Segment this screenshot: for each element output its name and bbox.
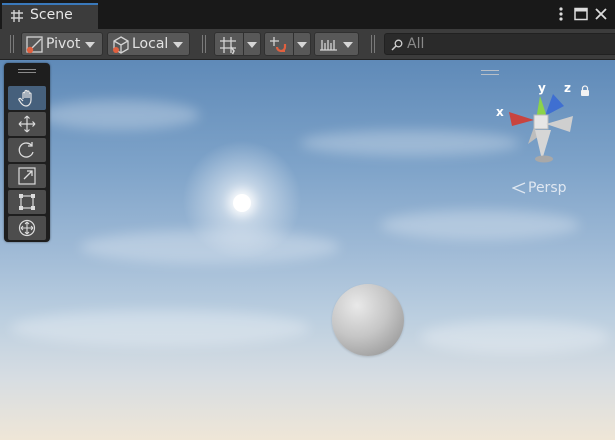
- scene-window: Scene Pivot Local All y z x Persp: [0, 0, 615, 440]
- z-axis-label: z: [564, 81, 571, 95]
- sun: [233, 194, 251, 212]
- scale-icon: [18, 167, 36, 185]
- local-space-icon: [111, 35, 131, 55]
- skybox-cloud: [300, 130, 520, 156]
- search-input[interactable]: [407, 35, 607, 53]
- scene-toolbar: Pivot Local: [0, 29, 615, 60]
- tab-bar: Scene: [0, 0, 615, 29]
- scene-viewport[interactable]: y z x Persp: [0, 60, 615, 440]
- draw-mode-dropdown[interactable]: [314, 32, 359, 56]
- increment-snap-dropdown[interactable]: [293, 32, 311, 56]
- move-tool-button[interactable]: [8, 112, 46, 136]
- pivot-label: Pivot: [46, 36, 81, 52]
- toolbar-grip[interactable]: [10, 35, 14, 53]
- toolbar-grip[interactable]: [371, 35, 375, 53]
- move-icon: [18, 115, 36, 133]
- scale-tool-button[interactable]: [8, 164, 46, 188]
- sphere-object[interactable]: [332, 284, 404, 356]
- ruler-icon: [318, 35, 338, 55]
- overlay-drag-handle[interactable]: [18, 69, 36, 73]
- skybox-cloud: [420, 320, 610, 354]
- skybox-cloud: [380, 210, 580, 240]
- tab-label: Scene: [30, 7, 73, 23]
- chevron-down-icon: [297, 42, 307, 48]
- close-icon[interactable]: [592, 5, 610, 23]
- grid-snap-icon: [218, 35, 238, 55]
- skybox-cloud: [40, 100, 200, 130]
- x-axis-label: x: [496, 105, 504, 119]
- projection-label: Persp: [528, 180, 567, 196]
- tab-scene[interactable]: Scene: [2, 3, 98, 29]
- rect-transform-icon: [19, 194, 35, 210]
- chevron-down-icon: [173, 42, 183, 48]
- toolbar-grip[interactable]: [202, 35, 206, 53]
- chevron-down-icon: [247, 42, 257, 48]
- search-field[interactable]: [384, 33, 615, 55]
- pivot-icon: [25, 35, 45, 55]
- hand-icon: [18, 89, 32, 107]
- search-icon: [390, 37, 404, 51]
- rotate-tool-button[interactable]: [8, 138, 46, 162]
- transform-tool-button[interactable]: [8, 216, 46, 240]
- y-axis-label: y: [538, 81, 546, 95]
- overlay-drag-handle[interactable]: [481, 70, 499, 75]
- chevron-down-icon: [85, 42, 95, 48]
- chevron-down-icon: [343, 42, 353, 48]
- rect-tool-button[interactable]: [8, 190, 46, 214]
- grid-icon: [10, 8, 24, 22]
- rotate-icon: [18, 142, 34, 158]
- grid-snapping-button[interactable]: [214, 32, 244, 56]
- hand-tool-button[interactable]: [8, 86, 46, 110]
- kebab-menu-icon[interactable]: [552, 5, 570, 23]
- local-dropdown[interactable]: Local: [107, 32, 190, 56]
- magnet-snap-icon: [268, 35, 288, 55]
- local-label: Local: [132, 36, 169, 52]
- increment-snap-button[interactable]: [264, 32, 294, 56]
- perspective-icon: [512, 182, 526, 194]
- grid-snapping-dropdown[interactable]: [243, 32, 261, 56]
- pivot-dropdown[interactable]: Pivot: [21, 32, 103, 56]
- orientation-gizmo[interactable]: y z x: [490, 80, 590, 170]
- tools-overlay: [4, 63, 50, 242]
- maximize-icon[interactable]: [572, 5, 590, 23]
- transform-icon: [18, 219, 36, 237]
- skybox-cloud: [10, 310, 310, 346]
